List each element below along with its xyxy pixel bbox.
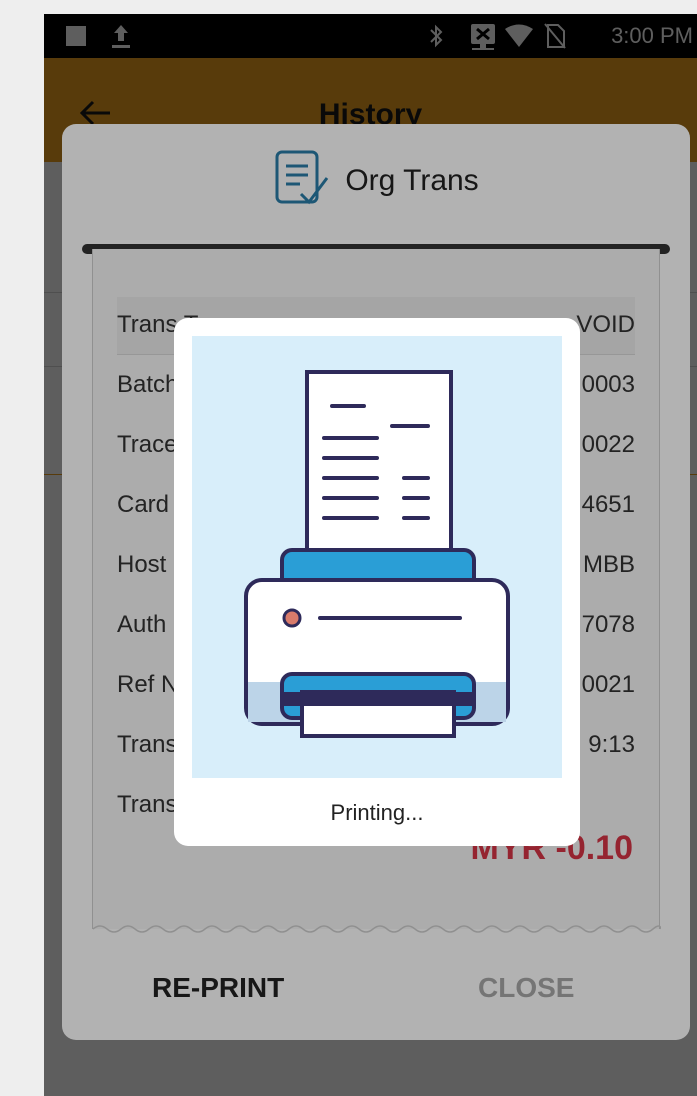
- printing-popup: Printing...: [174, 318, 580, 846]
- printer-receipt-icon: [192, 336, 562, 778]
- device-screen: 3:00 PM History Org Trans Trans VOID Bat…: [44, 14, 697, 1096]
- printing-status-text: Printing...: [330, 800, 424, 825]
